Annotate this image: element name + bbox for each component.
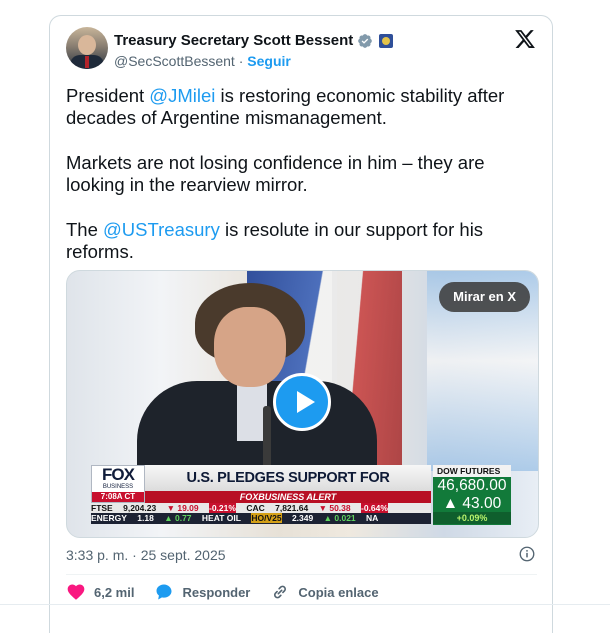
ticker-item: CAC bbox=[246, 503, 265, 513]
avatar-face bbox=[78, 35, 96, 55]
tweet-card: Treasury Secretary Scott Bessent @SecSco… bbox=[49, 15, 553, 633]
news-alert-bar: FOXBUSINESS ALERT bbox=[145, 491, 431, 503]
play-icon[interactable] bbox=[273, 373, 331, 431]
author-handle-row: @SecScottBessent · Seguir bbox=[114, 53, 291, 69]
fox-business-logo: FOX BUSINESS 7:08A CT bbox=[91, 465, 145, 503]
verified-badge-icon bbox=[358, 33, 373, 48]
tweet-paragraph-1: President @JMilei is restoring economic … bbox=[66, 85, 536, 129]
ticker-item: FTSE bbox=[91, 503, 113, 513]
ticker-item: ▲ 0.77 bbox=[164, 513, 192, 523]
dow-futures-box: 46,680.00 ▲ 43.00 +0.09% bbox=[433, 477, 511, 525]
fox-logo-subtext: BUSINESS bbox=[102, 484, 134, 490]
author-display-name[interactable]: Treasury Secretary Scott Bessent bbox=[114, 32, 353, 49]
tweet-text-span: President bbox=[66, 85, 150, 106]
ticker-row-2: ENERGY 1.18 ▲ 0.77 HEAT OIL HO/V25 2.349… bbox=[91, 513, 431, 524]
tweet-timestamp[interactable]: 3:33 p. m. · 25 sept. 2025 bbox=[66, 547, 226, 563]
ticker-item: -0.21% bbox=[209, 503, 236, 513]
avatar-tie bbox=[85, 56, 89, 68]
dow-futures-label: DOW FUTURES bbox=[433, 465, 511, 477]
like-button[interactable]: 6,2 mil bbox=[66, 582, 134, 602]
government-affiliation-icon bbox=[379, 33, 394, 48]
reply-label: Responder bbox=[182, 584, 251, 600]
ticker-item: 1.18 bbox=[137, 513, 154, 523]
avatar[interactable] bbox=[66, 27, 108, 69]
ticker-item: HEAT OIL bbox=[201, 513, 241, 523]
tweet-text: President @JMilei is restoring economic … bbox=[66, 85, 536, 286]
speaker-face bbox=[214, 307, 286, 387]
dow-change: ▲ 43.00 bbox=[442, 495, 502, 512]
ticker-item: HO/V25 bbox=[251, 513, 282, 523]
link-icon bbox=[274, 585, 287, 599]
dow-percent: +0.09% bbox=[433, 512, 511, 524]
ticker-item: -0.64% bbox=[361, 503, 388, 513]
copy-link-label: Copia enlace bbox=[298, 584, 379, 600]
ticker-item: ENERGY bbox=[91, 513, 127, 523]
reply-button[interactable]: Responder bbox=[154, 582, 250, 602]
ticker-item: NA bbox=[366, 513, 379, 523]
tweet-actions: 6,2 mil Responder Copia enlace bbox=[66, 582, 399, 602]
page-divider bbox=[0, 604, 610, 605]
ticker-item: ▼ 50.38 bbox=[318, 503, 351, 513]
tweet-paragraph-2: Markets are not losing confidence in him… bbox=[66, 152, 485, 195]
mention-ustreasury-link[interactable]: @USTreasury bbox=[103, 219, 220, 240]
info-icon[interactable] bbox=[518, 545, 536, 563]
author-name-row: Treasury Secretary Scott Bessent bbox=[114, 32, 394, 49]
ticker-item: 2.349 bbox=[291, 513, 314, 523]
x-logo-icon[interactable] bbox=[514, 28, 536, 50]
ticker-item: 7,821.64 bbox=[275, 503, 309, 513]
copy-link-button[interactable]: Copia enlace bbox=[270, 582, 379, 602]
divider bbox=[66, 574, 537, 575]
ticker-item: 9,204.23 bbox=[123, 503, 157, 513]
heart-icon bbox=[67, 584, 85, 600]
fox-time: 7:08A CT bbox=[92, 492, 144, 502]
like-count: 6,2 mil bbox=[94, 584, 135, 600]
ticker-row-1: FTSE 9,204.23 ▼ 19.09 -0.21% CAC 7,821.6… bbox=[91, 503, 431, 513]
tweet-paragraph-3: The @USTreasury is resolute in our suppo… bbox=[66, 219, 536, 263]
mention-jmilei-link[interactable]: @JMilei bbox=[149, 85, 215, 106]
handle-separator: · bbox=[238, 53, 244, 69]
watch-on-x-button[interactable]: Mirar en X bbox=[439, 282, 530, 312]
follow-button[interactable]: Seguir bbox=[247, 53, 291, 69]
reply-bubble-icon bbox=[156, 584, 172, 600]
fox-logo-text: FOX bbox=[102, 465, 135, 484]
news-headline: U.S. PLEDGES SUPPORT FOR ARGENTINA'S ECO… bbox=[145, 465, 431, 512]
video-player[interactable]: Mirar en X FOX BUSINESS 7:08A CT U.S. PL… bbox=[66, 270, 539, 538]
ticker-item: ▲ 0.021 bbox=[323, 513, 356, 523]
tweet-text-span: The bbox=[66, 219, 104, 240]
ticker-item: ▼ 19.09 bbox=[166, 503, 199, 513]
author-handle[interactable]: @SecScottBessent bbox=[114, 53, 235, 69]
dow-value: 46,680.00 bbox=[437, 477, 507, 494]
